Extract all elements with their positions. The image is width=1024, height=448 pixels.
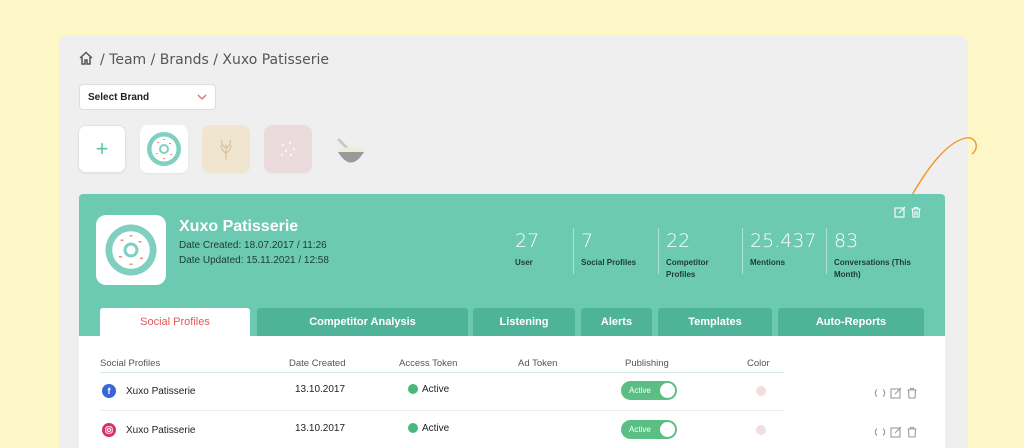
stat-social-profiles: 7 Social Profiles [581,230,636,269]
stat-users: 27 User [515,230,539,269]
trash-icon[interactable] [910,205,922,223]
bowl-icon [336,137,364,163]
edit-icon[interactable] [890,425,902,443]
row-actions [874,425,918,443]
color-swatch[interactable] [756,386,766,396]
trash-icon[interactable] [906,425,918,443]
wheat-icon [220,139,232,160]
trash-icon[interactable] [906,386,918,404]
access-status-text: Active [422,384,450,395]
stat-divider [573,228,574,274]
stat-divider [742,228,743,274]
stat-value: 22 [666,230,691,252]
col-header-access-token: Access Token [399,358,458,369]
brand-tile-bowl[interactable] [326,125,374,173]
tab-auto-reports[interactable]: Auto-Reports [778,308,924,336]
stat-competitor-profiles: 22 Competitor Profiles [666,230,730,281]
facebook-icon: f [102,384,116,398]
tab-social-profiles[interactable]: Social Profiles [100,308,250,336]
brand-tiles: + [78,125,374,173]
tab-templates[interactable]: Templates [658,308,772,336]
date-updated: Date Updated: 15.11.2021 / 12:58 [179,255,329,266]
status-dot [408,384,418,395]
donut-logo [105,224,157,276]
row-actions [874,386,918,404]
stat-value: 83 [834,230,859,252]
breadcrumb: / Team / Brands / Xuxo Patisserie [78,50,329,70]
brand-tile-wheat[interactable] [202,125,250,173]
tab-alerts[interactable]: Alerts [581,308,652,336]
profile-name[interactable]: Xuxo Patisserie [126,386,195,397]
stat-conversations: 83 Conversations (This Month) [834,230,912,281]
col-header-social-profiles: Social Profiles [100,358,161,369]
date-created: Date Created: 18.07.2017 / 11:26 [179,240,327,251]
profile-name[interactable]: Xuxo Patisserie [126,425,195,436]
stat-label: User [515,258,533,267]
tab-listening[interactable]: Listening [473,308,575,336]
edit-icon[interactable] [890,386,902,404]
access-token-status: Active [408,384,449,395]
stat-value: 25.437 [750,230,817,252]
table-area [79,336,945,448]
profile-date: 13.10.2017 [295,384,346,395]
donut-logo [147,132,181,166]
col-header-ad-token: Ad Token [518,358,558,369]
tab-competitor-analysis[interactable]: Competitor Analysis [257,308,468,336]
plus-icon: + [95,136,109,161]
stat-divider [826,228,827,274]
brand-tile-sprinkles[interactable] [264,125,312,173]
add-brand-button[interactable]: + [78,125,126,173]
color-swatch[interactable] [756,425,766,435]
col-header-date-created: Date Created [289,358,346,369]
instagram-icon [102,423,116,437]
row-divider [100,410,784,411]
stat-value: 7 [581,230,594,252]
stat-label: Competitor Profiles [666,258,709,279]
stat-label: Mentions [750,258,786,267]
brand-tile-donut[interactable] [140,125,188,173]
brand-name: Xuxo Patisserie [179,218,299,235]
edit-icon[interactable] [894,205,906,223]
profile-date: 13.10.2017 [295,423,346,434]
stat-label: Social Profiles [581,258,637,267]
col-header-color: Color [747,358,770,369]
card-actions [894,205,922,223]
stat-value: 27 [515,230,540,252]
brand-select[interactable]: Select Brand [79,84,216,110]
chevron-down-icon [197,92,207,103]
refresh-icon[interactable] [874,425,886,443]
brand-logo [96,215,166,285]
breadcrumb-path[interactable]: / Team / Brands / Xuxo Patisserie [100,52,329,68]
stat-mentions: 25.437 Mentions [750,230,816,269]
publishing-toggle[interactable]: Active [621,381,677,400]
sprinkles-icon [280,141,296,157]
stat-divider [658,228,659,274]
status-dot [408,423,418,434]
refresh-icon[interactable] [874,386,886,404]
publishing-toggle[interactable]: Active [621,420,677,439]
stat-label: Conversations (This Month) [834,258,911,279]
toggle-label: Active [629,425,651,434]
col-header-publishing: Publishing [625,358,669,369]
brand-select-label: Select Brand [88,91,150,103]
access-status-text: Active [422,423,450,434]
access-token-status: Active [408,423,449,434]
home-icon[interactable] [78,50,94,70]
table-header-divider [100,372,784,373]
toggle-label: Active [629,386,651,395]
